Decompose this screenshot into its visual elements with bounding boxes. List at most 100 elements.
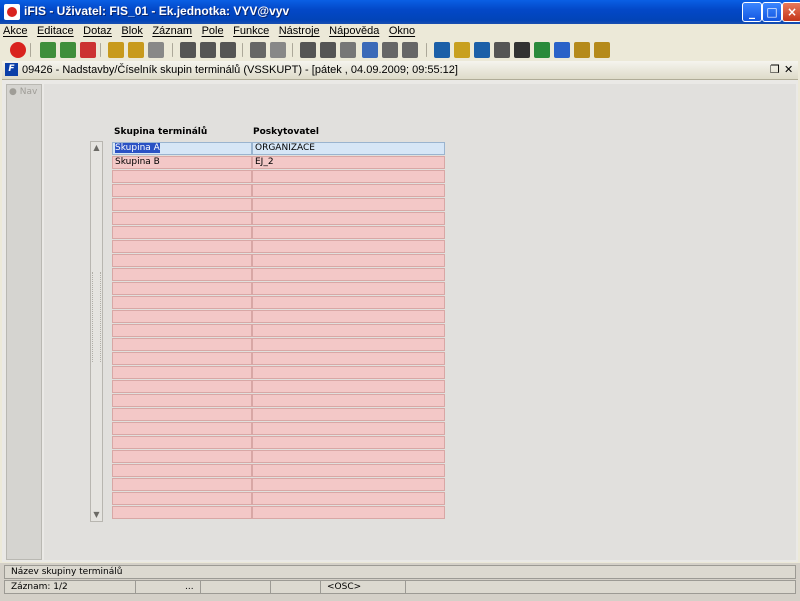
- cell-skupina[interactable]: [112, 170, 252, 183]
- cell-skupina[interactable]: [112, 352, 252, 365]
- cell-poskytovatel[interactable]: [252, 310, 445, 323]
- menu-akce[interactable]: Akce: [0, 24, 30, 38]
- sparkle-icon[interactable]: [454, 42, 470, 58]
- cell-skupina[interactable]: [112, 450, 252, 463]
- cell-poskytovatel[interactable]: [252, 212, 445, 225]
- cell-poskytovatel[interactable]: [252, 436, 445, 449]
- maximize-button[interactable]: □: [762, 2, 782, 22]
- scroll-up-icon[interactable]: ▲: [91, 142, 102, 154]
- scroll-thumb[interactable]: [92, 272, 101, 362]
- nav-panel[interactable]: ● Nav: [6, 84, 42, 560]
- cell-poskytovatel[interactable]: [252, 296, 445, 309]
- cell-skupina[interactable]: [112, 296, 252, 309]
- help-question-icon[interactable]: [594, 42, 610, 58]
- cell-poskytovatel[interactable]: [252, 506, 445, 519]
- triangle-icon[interactable]: [474, 42, 490, 58]
- cell-poskytovatel[interactable]: [252, 184, 445, 197]
- cell-poskytovatel[interactable]: EJ_2: [252, 156, 445, 169]
- cell-poskytovatel[interactable]: [252, 338, 445, 351]
- minimize-button[interactable]: _: [742, 2, 762, 22]
- paste-icon[interactable]: [340, 42, 356, 58]
- cell-poskytovatel[interactable]: [252, 422, 445, 435]
- cell-poskytovatel[interactable]: [252, 268, 445, 281]
- search-icon[interactable]: [362, 42, 378, 58]
- cell-poskytovatel[interactable]: [252, 464, 445, 477]
- enter-query-icon[interactable]: [108, 42, 124, 58]
- cell-skupina[interactable]: [112, 282, 252, 295]
- sum-icon[interactable]: [514, 42, 530, 58]
- menu-editace[interactable]: Editace: [34, 24, 77, 38]
- cell-skupina[interactable]: [112, 198, 252, 211]
- ifis-app-icon[interactable]: [4, 4, 20, 20]
- cell-poskytovatel[interactable]: [252, 394, 445, 407]
- cell-poskytovatel[interactable]: [252, 478, 445, 491]
- align-columns-icon[interactable]: [402, 42, 418, 58]
- cell-poskytovatel[interactable]: [252, 226, 445, 239]
- cell-skupina[interactable]: [112, 492, 252, 505]
- cell-poskytovatel[interactable]: [252, 240, 445, 253]
- cell-poskytovatel[interactable]: [252, 408, 445, 421]
- cell-skupina[interactable]: [112, 422, 252, 435]
- sort-ascending-icon[interactable]: [180, 42, 196, 58]
- cell-poskytovatel[interactable]: [252, 170, 445, 183]
- close-document-icon[interactable]: ✕: [784, 63, 793, 76]
- menu-pole[interactable]: Pole: [199, 24, 227, 38]
- calculator-icon[interactable]: [434, 42, 450, 58]
- menu-blok[interactable]: Blok: [118, 24, 145, 38]
- help-user-icon[interactable]: [574, 42, 590, 58]
- restore-icon[interactable]: ❐: [770, 63, 780, 76]
- cell-poskytovatel[interactable]: [252, 324, 445, 337]
- insert-record-icon[interactable]: [40, 42, 56, 58]
- cell-skupina[interactable]: Skupina A: [112, 142, 252, 155]
- align-icon[interactable]: [382, 42, 398, 58]
- clock-icon[interactable]: [494, 42, 510, 58]
- cell-skupina[interactable]: [112, 464, 252, 477]
- cell-poskytovatel[interactable]: ORGANIZACE: [252, 142, 445, 155]
- cell-poskytovatel[interactable]: [252, 254, 445, 267]
- cell-poskytovatel[interactable]: [252, 282, 445, 295]
- execute-query-icon[interactable]: [128, 42, 144, 58]
- excel-icon[interactable]: [534, 42, 550, 58]
- cell-poskytovatel[interactable]: [252, 366, 445, 379]
- cell-poskytovatel[interactable]: [252, 380, 445, 393]
- cut-icon[interactable]: [300, 42, 316, 58]
- records-scrollbar[interactable]: ▲ ▼: [90, 141, 103, 522]
- cell-skupina[interactable]: [112, 380, 252, 393]
- filter-icon[interactable]: [220, 42, 236, 58]
- sort-descending-icon[interactable]: [200, 42, 216, 58]
- cell-skupina[interactable]: [112, 240, 252, 253]
- cell-skupina[interactable]: [112, 394, 252, 407]
- cell-skupina[interactable]: [112, 338, 252, 351]
- app-titlebar[interactable]: iFIS - Uživatel: FIS_01 - Ek.jednotka: V…: [0, 0, 800, 24]
- menu-dotaz[interactable]: Dotaz: [80, 24, 115, 38]
- cell-skupina[interactable]: [112, 268, 252, 281]
- cell-skupina[interactable]: [112, 478, 252, 491]
- cancel-query-icon[interactable]: [148, 42, 164, 58]
- menu-zaznam[interactable]: Záznam: [149, 24, 195, 38]
- menu-okno[interactable]: Okno: [386, 24, 418, 38]
- cell-poskytovatel[interactable]: [252, 352, 445, 365]
- menu-funkce[interactable]: Funkce: [230, 24, 272, 38]
- print-preview-icon[interactable]: [270, 42, 286, 58]
- globe-icon[interactable]: [554, 42, 570, 58]
- cell-skupina[interactable]: [112, 436, 252, 449]
- print-icon[interactable]: [250, 42, 266, 58]
- cell-skupina[interactable]: [112, 324, 252, 337]
- close-button[interactable]: ×: [782, 2, 800, 22]
- menu-nastroje[interactable]: Nástroje: [276, 24, 323, 38]
- delete-record-icon[interactable]: [80, 42, 96, 58]
- scroll-down-icon[interactable]: ▼: [91, 509, 102, 521]
- cell-skupina[interactable]: [112, 212, 252, 225]
- exit-icon[interactable]: [10, 42, 26, 58]
- cell-skupina[interactable]: [112, 366, 252, 379]
- cell-skupina[interactable]: [112, 254, 252, 267]
- copy-icon[interactable]: [320, 42, 336, 58]
- cell-poskytovatel[interactable]: [252, 198, 445, 211]
- cell-skupina[interactable]: [112, 310, 252, 323]
- cell-skupina[interactable]: [112, 506, 252, 519]
- cell-skupina[interactable]: [112, 184, 252, 197]
- cell-poskytovatel[interactable]: [252, 492, 445, 505]
- cell-skupina[interactable]: Skupina B: [112, 156, 252, 169]
- cell-poskytovatel[interactable]: [252, 450, 445, 463]
- menu-napoveda[interactable]: Nápověda: [326, 24, 382, 38]
